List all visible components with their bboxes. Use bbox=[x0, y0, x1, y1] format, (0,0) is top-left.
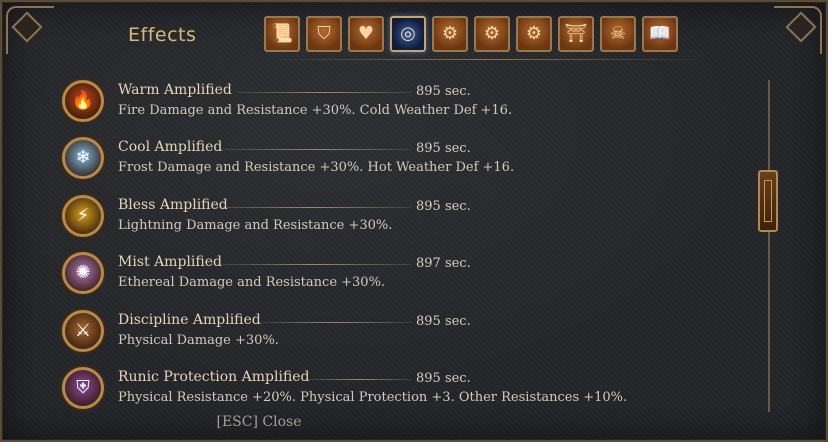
effect-duration: 895 sec. bbox=[416, 313, 471, 329]
effect-divider-line bbox=[236, 92, 412, 93]
effect-description: Ethereal Damage and Resistance +30%. bbox=[118, 275, 386, 291]
effect-duration: 895 sec. bbox=[416, 198, 471, 214]
effect-duration: 895 sec. bbox=[416, 141, 471, 157]
frost-icon: ❄ bbox=[62, 137, 104, 180]
gear-hammer-icon: ⚙ bbox=[483, 23, 501, 44]
tab-vortex[interactable]: ◎ bbox=[390, 16, 426, 52]
effect-name: Cool Amplified bbox=[118, 139, 223, 156]
effect-divider-line bbox=[306, 378, 412, 380]
lightning-icon: ⚡ bbox=[62, 194, 104, 237]
effect-description: Physical Resistance +20%. Physical Prote… bbox=[118, 389, 628, 405]
effect-row[interactable]: 🔥 Warm Amplified 895 sec. Fire Damage and R… bbox=[60, 76, 700, 133]
effect-name: Runic Protection Amplified bbox=[118, 368, 310, 385]
effect-divider-line bbox=[220, 264, 412, 266]
tab-gear-hammer[interactable]: ⚙ bbox=[474, 16, 510, 52]
scrollbar-track[interactable] bbox=[768, 80, 770, 412]
effect-row[interactable]: ✺ Mist Amplified 897 sec. Ethereal Damage a… bbox=[60, 248, 700, 305]
ethereal-icon: ✺ bbox=[62, 252, 104, 295]
tab-gear-wrench[interactable]: ⚙ bbox=[516, 16, 552, 52]
effects-list: 🔥 Warm Amplified 895 sec. Fire Damage and R… bbox=[60, 76, 700, 420]
runic-shield-icon: ⛨ bbox=[62, 366, 104, 409]
effect-row[interactable]: ⚔ Discipline Amplified 895 sec. Physical Da… bbox=[60, 306, 700, 363]
effect-duration: 895 sec. bbox=[416, 84, 471, 99]
close-hint[interactable]: [ESC] Close bbox=[2, 414, 826, 430]
vortex-icon: ◎ bbox=[400, 23, 416, 44]
effect-description: Physical Damage +30%. bbox=[118, 332, 279, 348]
scrollbar-thumb[interactable] bbox=[758, 170, 778, 232]
effect-divider-line bbox=[213, 206, 412, 208]
close-hint-label[interactable]: [ESC] Close bbox=[217, 414, 302, 430]
effect-description: Lightning Damage and Resistance +30%. bbox=[118, 217, 393, 233]
effect-duration: 897 sec. bbox=[416, 256, 471, 272]
gear-shield-icon: ⚙ bbox=[441, 23, 459, 44]
gate-icon: ⛩ bbox=[564, 23, 588, 44]
effect-row[interactable]: ⛨ Runic Protection Amplified 895 sec. Physi… bbox=[60, 363, 700, 420]
tab-gear-shield[interactable]: ⚙ bbox=[432, 16, 468, 52]
tab-gate[interactable]: ⛩ bbox=[558, 16, 594, 52]
book-icon: 📖 bbox=[648, 23, 672, 44]
effects-window: Effects 📜 ⛉ ♥ ◎ ⚙ ⚙ ⚙ ⛩ ☠ 📖 🔥 Warm Amplified 895 se… bbox=[0, 0, 828, 442]
scroll-icon: 📜 bbox=[270, 23, 294, 44]
window-title: Effects bbox=[128, 24, 197, 46]
effect-name: Warm Amplified bbox=[118, 82, 232, 98]
shield-icon: ⛉ bbox=[317, 23, 331, 44]
effect-description: Frost Damage and Resistance +30%. Hot We… bbox=[118, 160, 515, 176]
broken-heart-icon: ♥ bbox=[357, 23, 375, 44]
tab-scroll[interactable]: 📜 bbox=[264, 16, 300, 52]
effect-name: Mist Amplified bbox=[118, 254, 222, 271]
effect-name: Discipline Amplified bbox=[118, 311, 261, 328]
category-tab-bar: 📜 ⛉ ♥ ◎ ⚙ ⚙ ⚙ ⛩ ☠ 📖 bbox=[264, 16, 678, 52]
effect-row[interactable]: ⚡ Bless Amplified 895 sec. Lightning Damage… bbox=[60, 191, 700, 248]
effect-divider-line bbox=[260, 321, 412, 323]
effect-name: Bless Amplified bbox=[118, 196, 228, 213]
tab-broken-heart[interactable]: ♥ bbox=[348, 16, 384, 52]
gear-wrench-icon: ⚙ bbox=[525, 23, 543, 44]
tab-shield[interactable]: ⛉ bbox=[306, 16, 342, 52]
crossed-axes-icon: ⚔ bbox=[62, 309, 104, 352]
effect-description: Fire Damage and Resistance +30%. Cold We… bbox=[118, 103, 513, 118]
effect-divider-line bbox=[222, 149, 412, 151]
skull-icon: ☠ bbox=[609, 23, 627, 44]
tab-bar-divider bbox=[264, 59, 708, 60]
fire-icon: 🔥 bbox=[62, 80, 104, 122]
tab-skull[interactable]: ☠ bbox=[600, 16, 636, 52]
effect-duration: 895 sec. bbox=[416, 370, 471, 386]
effect-row[interactable]: ❄ Cool Amplified 895 sec. Frost Damage and … bbox=[60, 133, 700, 190]
tab-book[interactable]: 📖 bbox=[642, 16, 678, 52]
